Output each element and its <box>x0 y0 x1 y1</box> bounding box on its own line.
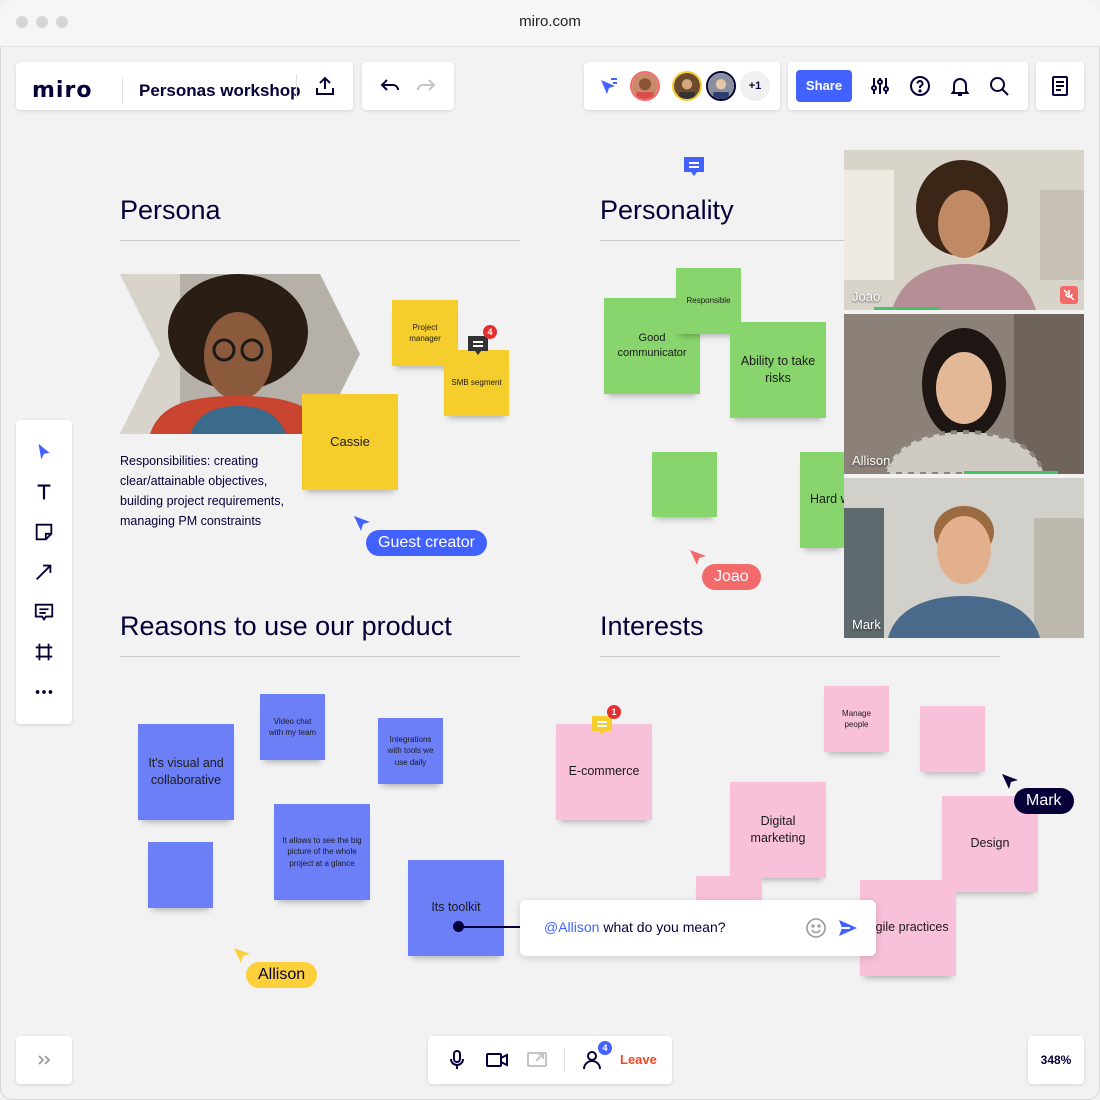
comment-anchor <box>453 921 464 932</box>
cursor-icon <box>232 946 252 966</box>
comment-icon[interactable] <box>32 600 56 624</box>
video-tile-name: Mark <box>852 617 881 632</box>
avatar[interactable] <box>672 71 702 101</box>
cursor-label-allison: Allison <box>246 962 318 988</box>
app-window: miro.com miro Personas workshop +1 Share… <box>0 0 1100 1100</box>
sticky-note[interactable] <box>652 452 717 517</box>
sticky-note[interactable]: Cassie <box>302 394 398 490</box>
send-icon[interactable] <box>836 916 860 940</box>
sticky-note[interactable]: Manage people <box>824 686 889 752</box>
comment-count-badge: 1 <box>607 705 621 719</box>
comment-input-box[interactable]: @Allison what do you mean? <box>520 900 876 956</box>
export-icon[interactable] <box>310 71 340 101</box>
comment-count-badge: 4 <box>483 325 497 339</box>
search-icon[interactable] <box>984 71 1014 101</box>
notes-panel <box>1036 62 1084 110</box>
video-tile-allison[interactable]: Allison <box>844 314 1084 474</box>
sticky-note-icon[interactable] <box>32 520 56 544</box>
persona-description: Responsibilities: creating clear/attaina… <box>120 454 284 528</box>
miro-logo[interactable]: miro <box>32 78 92 103</box>
divider <box>600 240 844 241</box>
zoom-level[interactable]: 348% <box>1028 1036 1084 1084</box>
sticky-note[interactable]: SMB segment <box>444 350 509 416</box>
comment-connector <box>458 926 520 928</box>
sticky-note[interactable]: Digital marketing <box>730 782 826 878</box>
divider <box>120 656 520 657</box>
microphone-icon[interactable] <box>442 1045 472 1075</box>
chevron-double-right-icon <box>35 1050 53 1070</box>
text-icon[interactable] <box>32 480 56 504</box>
cursor-icon <box>688 548 708 568</box>
address-bar[interactable]: miro.com <box>0 13 1100 30</box>
undo-redo-panel <box>362 62 454 110</box>
mention[interactable]: @Allison <box>544 919 599 935</box>
follow-cursor-icon[interactable] <box>594 71 624 101</box>
cursor-label-guest: Guest creator <box>366 530 487 556</box>
share-button[interactable]: Share <box>796 70 852 102</box>
video-tile-joao[interactable]: Joao <box>844 150 1084 310</box>
meeting-controls: 4 Leave <box>428 1036 672 1084</box>
speaking-indicator <box>874 307 940 310</box>
cursor-icon <box>1000 772 1020 792</box>
divider <box>600 656 1000 657</box>
divider <box>296 74 297 98</box>
arrow-icon[interactable] <box>32 560 56 584</box>
cursor-label-joao: Joao <box>702 564 761 590</box>
avatar[interactable] <box>706 71 736 101</box>
board-title[interactable]: Personas workshop <box>122 78 301 104</box>
sticky-note[interactable]: Integrations with tools we use daily <box>378 718 443 784</box>
sticky-note[interactable]: Ability to take risks <box>730 322 826 418</box>
avatar[interactable] <box>630 71 660 101</box>
participants-count-badge: 4 <box>598 1041 612 1055</box>
browser-titlebar: miro.com <box>0 0 1100 47</box>
section-title-reasons: Reasons to use our product <box>120 611 452 641</box>
speaking-indicator <box>964 471 1058 474</box>
divider <box>120 240 520 241</box>
video-tile-name: Joao <box>852 289 881 304</box>
emoji-icon[interactable] <box>804 916 828 940</box>
comment-icon[interactable] <box>682 154 706 178</box>
notification-icon[interactable] <box>945 71 975 101</box>
sticky-note[interactable] <box>148 842 213 908</box>
sticky-note[interactable]: Its toolkit <box>408 860 504 956</box>
redo-icon[interactable] <box>411 71 441 101</box>
section-title-persona: Persona <box>120 195 221 225</box>
sticky-note[interactable]: It allows to see the big picture of the … <box>274 804 370 900</box>
divider <box>564 1048 565 1072</box>
sticky-note[interactable]: E-commerce <box>556 724 652 820</box>
more-collaborators-badge[interactable]: +1 <box>740 71 770 101</box>
board-header-panel: miro Personas workshop <box>16 62 353 110</box>
tool-palette <box>16 420 72 724</box>
select-icon[interactable] <box>32 440 56 464</box>
section-title-personality: Personality <box>600 195 734 225</box>
sticky-note[interactable]: It's visual and collaborative <box>138 724 234 820</box>
cursor-label-mark: Mark <box>1014 788 1074 814</box>
sticky-note[interactable]: Hard w <box>800 452 844 548</box>
notes-icon[interactable] <box>1045 71 1075 101</box>
comment-message: what do you mean? <box>599 919 726 935</box>
leave-button[interactable]: Leave <box>620 1052 657 1067</box>
video-tile-mark[interactable]: Mark <box>844 478 1084 638</box>
video-tile-name: Allison <box>852 453 891 468</box>
more-icon[interactable] <box>32 680 56 704</box>
cursor-icon <box>352 514 372 534</box>
help-icon[interactable] <box>905 71 935 101</box>
undo-icon[interactable] <box>375 71 405 101</box>
expand-panel-button[interactable] <box>16 1036 72 1084</box>
comment-text[interactable]: @Allison what do you mean? <box>544 919 726 935</box>
sticky-note[interactable] <box>920 706 985 772</box>
settings-icon[interactable] <box>865 71 895 101</box>
section-title-interests: Interests <box>600 611 704 641</box>
camera-icon[interactable] <box>482 1045 512 1075</box>
mic-muted-icon <box>1060 286 1078 304</box>
frame-icon[interactable] <box>32 640 56 664</box>
collaborators-panel: +1 <box>584 62 780 110</box>
sticky-note[interactable]: Video chat with my team <box>260 694 325 760</box>
screen-share-icon[interactable] <box>522 1045 552 1075</box>
